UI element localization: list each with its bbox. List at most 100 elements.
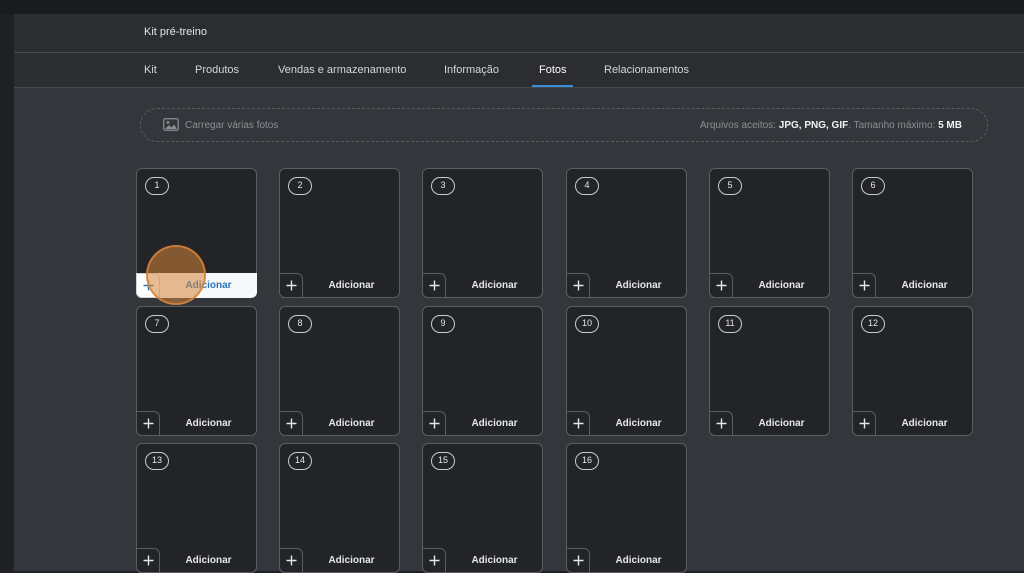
active-tab-indicator: [532, 85, 573, 87]
photo-slot[interactable]: 9 Adicionar: [422, 306, 543, 436]
add-photo-label: Adicionar: [185, 555, 232, 566]
photo-upload-dropzone[interactable]: Carregar várias fotos Arquivos aceitos: …: [140, 108, 988, 142]
accepted-formats: JPG, PNG, GIF: [778, 120, 849, 131]
add-photo-button[interactable]: Adicionar: [852, 273, 973, 298]
photo-slot[interactable]: 5 Adicionar: [709, 168, 830, 298]
plus-icon: [136, 411, 160, 436]
add-photo-label: Adicionar: [328, 555, 375, 566]
add-photo-label: Adicionar: [901, 418, 948, 429]
plus-icon: [566, 273, 590, 298]
add-photo-label: Adicionar: [615, 280, 662, 291]
slot-number-badge: 16: [575, 452, 599, 470]
tab-informacao[interactable]: Informação: [444, 64, 499, 76]
tab-produtos[interactable]: Produtos: [195, 64, 239, 76]
upload-label: Carregar várias fotos: [185, 120, 279, 131]
add-photo-label: Adicionar: [328, 280, 375, 291]
plus-icon: [852, 411, 876, 436]
add-photo-label: Adicionar: [615, 555, 662, 566]
slot-number-badge: 13: [145, 452, 169, 470]
plus-icon: [136, 273, 160, 298]
photo-slot[interactable]: 13 Adicionar: [136, 443, 257, 573]
photo-slot[interactable]: 15 Adicionar: [422, 443, 543, 573]
plus-icon: [852, 273, 876, 298]
add-photo-label: Adicionar: [758, 280, 805, 291]
slot-number-badge: 1: [145, 177, 169, 195]
slot-number-badge: 10: [575, 315, 599, 333]
plus-icon: [422, 548, 446, 573]
slot-number-badge: 9: [431, 315, 455, 333]
tab-bar: Kit Produtos Vendas e armazenamento Info…: [14, 53, 1024, 88]
slot-number-badge: 4: [575, 177, 599, 195]
plus-icon: [709, 411, 733, 436]
add-photo-button[interactable]: Adicionar: [566, 548, 687, 573]
photo-slot[interactable]: 8 Adicionar: [279, 306, 400, 436]
add-photo-label: Adicionar: [185, 280, 232, 291]
slot-number-badge: 3: [431, 177, 455, 195]
modal-header: Kit pré-treino: [14, 14, 1024, 53]
slot-number-badge: 15: [431, 452, 455, 470]
add-photo-label: Adicionar: [471, 555, 518, 566]
plus-icon: [279, 548, 303, 573]
slot-number-badge: 8: [288, 315, 312, 333]
product-modal: Kit pré-treino Kit Produtos Vendas e arm…: [14, 14, 1024, 573]
modal-title: Kit pré-treino: [144, 26, 207, 38]
add-photo-label: Adicionar: [758, 418, 805, 429]
plus-icon: [422, 411, 446, 436]
photo-slot[interactable]: 11 Adicionar: [709, 306, 830, 436]
add-photo-button[interactable]: Adicionar: [566, 273, 687, 298]
slot-number-badge: 2: [288, 177, 312, 195]
add-photo-label: Adicionar: [328, 418, 375, 429]
add-photo-button[interactable]: Adicionar: [422, 548, 543, 573]
photo-slot[interactable]: 1 Adicionar: [136, 168, 257, 298]
photo-slot[interactable]: 6 Adicionar: [852, 168, 973, 298]
photo-slot[interactable]: 4 Adicionar: [566, 168, 687, 298]
add-photo-label: Adicionar: [185, 418, 232, 429]
plus-icon: [709, 273, 733, 298]
add-photo-button[interactable]: Adicionar: [709, 273, 830, 298]
add-photo-button[interactable]: Adicionar: [279, 411, 400, 436]
slot-number-badge: 5: [718, 177, 742, 195]
add-photo-button[interactable]: Adicionar: [852, 411, 973, 436]
image-icon: [163, 118, 179, 136]
add-photo-label: Adicionar: [471, 418, 518, 429]
add-photo-button[interactable]: Adicionar: [566, 411, 687, 436]
add-photo-button[interactable]: Adicionar: [279, 548, 400, 573]
accepted-prefix: Arquivos aceitos:: [699, 120, 776, 131]
add-photo-button[interactable]: Adicionar: [136, 548, 257, 573]
tab-relacionamentos[interactable]: Relacionamentos: [604, 64, 689, 76]
add-photo-label: Adicionar: [471, 280, 518, 291]
tab-kit[interactable]: Kit: [144, 64, 157, 76]
max-size: 5 MB: [938, 120, 962, 131]
photo-slot[interactable]: 10 Adicionar: [566, 306, 687, 436]
add-photo-button[interactable]: Adicionar: [709, 411, 830, 436]
add-photo-button[interactable]: Adicionar: [136, 411, 257, 436]
plus-icon: [422, 273, 446, 298]
plus-icon: [279, 411, 303, 436]
photo-slot[interactable]: 12 Adicionar: [852, 306, 973, 436]
slot-number-badge: 11: [718, 315, 742, 333]
photo-slot[interactable]: 16 Adicionar: [566, 443, 687, 573]
slot-number-badge: 7: [145, 315, 169, 333]
plus-icon: [566, 548, 590, 573]
add-photo-button[interactable]: Adicionar: [422, 273, 543, 298]
photo-slot[interactable]: 3 Adicionar: [422, 168, 543, 298]
max-size-prefix: . Tamanho máximo:: [848, 120, 936, 131]
slot-number-badge: 6: [861, 177, 885, 195]
plus-icon: [279, 273, 303, 298]
photo-slot[interactable]: 7 Adicionar: [136, 306, 257, 436]
add-photo-button[interactable]: Adicionar: [279, 273, 400, 298]
add-photo-button[interactable]: Adicionar: [136, 273, 257, 298]
add-photo-label: Adicionar: [615, 418, 662, 429]
add-photo-label: Adicionar: [901, 280, 948, 291]
plus-icon: [136, 548, 160, 573]
tab-fotos[interactable]: Fotos: [539, 64, 567, 76]
add-photo-button[interactable]: Adicionar: [422, 411, 543, 436]
upload-info: Arquivos aceitos: JPG, PNG, GIF. Tamanho…: [700, 120, 962, 131]
slot-number-badge: 12: [861, 315, 885, 333]
tab-vendas-armazenamento[interactable]: Vendas e armazenamento: [278, 64, 406, 76]
backdrop: [0, 0, 1024, 14]
photo-slot[interactable]: 14 Adicionar: [279, 443, 400, 573]
photo-slot[interactable]: 2 Adicionar: [279, 168, 400, 298]
slot-number-badge: 14: [288, 452, 312, 470]
plus-icon: [566, 411, 590, 436]
